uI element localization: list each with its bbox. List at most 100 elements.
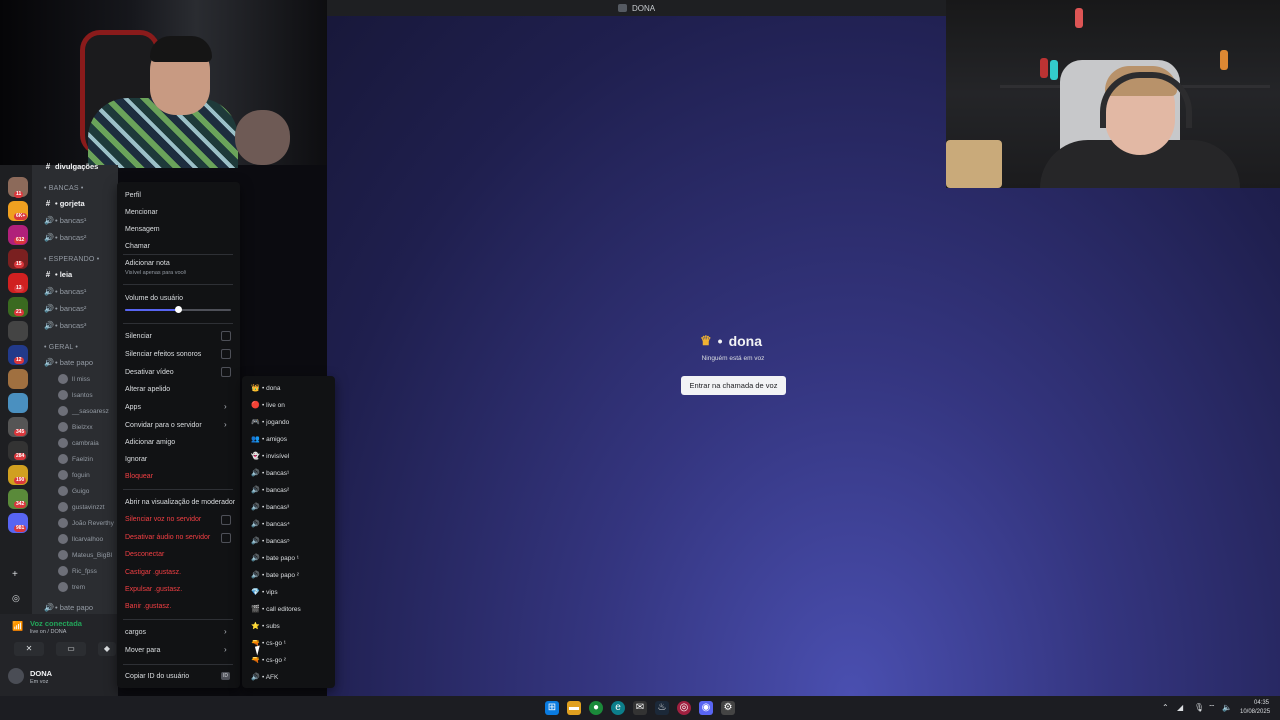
voice-member[interactable]: João Reverthy <box>58 518 114 528</box>
menu-item-disconnect[interactable]: Desconectar <box>125 551 164 558</box>
menu-item-move-to[interactable]: Mover para <box>125 647 160 654</box>
menu-item-change-nick[interactable]: Alterar apelido <box>125 386 170 393</box>
channel-item[interactable]: # • leia <box>44 270 72 279</box>
voice-member[interactable]: Faelzin <box>58 454 93 464</box>
server-icon[interactable] <box>8 369 28 389</box>
submenu-item[interactable]: 🔴 • live on <box>251 401 285 410</box>
submenu-item[interactable]: ⭐ • subs <box>251 622 280 631</box>
volume-icon[interactable]: 🔈 <box>1222 703 1232 712</box>
screen-share-icon[interactable]: ▭ <box>56 642 86 656</box>
username[interactable]: DONA <box>30 669 52 678</box>
menu-item-ignore[interactable]: Ignorar <box>125 456 147 463</box>
channel-item[interactable]: 🔊 • bancas¹ <box>44 287 86 296</box>
join-voice-button[interactable]: Entrar na chamada de voz <box>681 376 786 395</box>
submenu-item[interactable]: 🔊 • bancas³ <box>251 503 289 512</box>
voice-member[interactable]: __sasoaresz <box>58 406 109 416</box>
submenu-item[interactable]: 🔫 • cs-go ² <box>251 656 286 665</box>
category-label[interactable]: • ESPERANDO • <box>44 256 99 263</box>
wifi-icon[interactable]: ⌔ <box>1208 703 1216 713</box>
clock-date[interactable]: 10/08/2025 <box>1240 709 1270 715</box>
channel-item[interactable]: # • gorjeta <box>44 199 85 208</box>
menu-item-apps[interactable]: Apps <box>125 404 141 411</box>
submenu-item[interactable]: 🎬 • call editores <box>251 605 301 614</box>
submenu-item[interactable]: 🔊 • bancas⁴ <box>251 520 290 529</box>
submenu-item[interactable]: 💎 • vips <box>251 588 278 597</box>
avatar[interactable] <box>8 668 24 684</box>
channel-item[interactable]: 🔊 • bancas³ <box>44 321 86 330</box>
mute-checkbox[interactable] <box>221 331 231 341</box>
chrome-icon[interactable]: ● <box>589 701 603 715</box>
voice-member[interactable]: lsantos <box>58 390 93 400</box>
menu-item-roles[interactable]: cargos <box>125 629 146 636</box>
channel-item[interactable]: 🔊 • bate papo <box>44 603 93 612</box>
menu-item-disable-video[interactable]: Desativar vídeo <box>125 369 174 376</box>
app-icon[interactable]: ◎ <box>677 701 691 715</box>
activity-icon[interactable]: ◆ <box>98 642 116 656</box>
menu-item-ban[interactable]: Banir .gustasz. <box>125 603 171 610</box>
submenu-item[interactable]: 🔊 • AFK <box>251 673 278 682</box>
app-icon[interactable]: ✉ <box>633 701 647 715</box>
submenu-item[interactable]: 🎮 • jogando <box>251 418 289 427</box>
server-icon[interactable] <box>8 321 28 341</box>
channel-item[interactable]: # divulgações <box>44 162 99 171</box>
voice-member[interactable]: Guigo <box>58 486 89 496</box>
menu-item-call[interactable]: Chamar <box>125 243 150 250</box>
channel-item[interactable]: 🔊 • bate papo <box>44 358 93 367</box>
server-deafen-checkbox[interactable] <box>221 533 231 543</box>
start-icon[interactable]: ⊞ <box>545 701 559 715</box>
clock-time[interactable]: 04:35 <box>1254 700 1269 706</box>
voice-member[interactable]: foguin <box>58 470 90 480</box>
menu-item-server-mute[interactable]: Silenciar voz no servidor <box>125 516 201 523</box>
mute-sounds-checkbox[interactable] <box>221 349 231 359</box>
menu-item-copy-id[interactable]: Copiar ID do usuário <box>125 673 189 680</box>
voice-member[interactable]: llcarvalhoo <box>58 534 103 544</box>
voice-member[interactable]: trem <box>58 582 85 592</box>
menu-item-add-note[interactable]: Adicionar nota <box>125 260 170 267</box>
menu-item-kick[interactable]: Expulsar .gustasz. <box>125 586 182 593</box>
folder-icon[interactable]: ▬ <box>567 701 581 715</box>
camera-off-icon[interactable]: ✕ <box>14 642 44 656</box>
menu-item-profile[interactable]: Perfil <box>125 192 141 199</box>
channel-item[interactable]: 🔊 • bancas² <box>44 233 86 242</box>
submenu-item[interactable]: 🔊 • bancas² <box>251 486 289 495</box>
network-icon[interactable]: ◢ <box>1177 703 1183 712</box>
chevron-up-icon[interactable]: ⌃ <box>1162 703 1169 712</box>
menu-item-mute-sounds[interactable]: Silenciar efeitos sonoros <box>125 351 201 358</box>
submenu-item[interactable]: 🔊 • bancas¹ <box>251 469 289 478</box>
voice-member[interactable]: Bielzxx <box>58 422 93 432</box>
submenu-item[interactable]: 🔊 • bancas⁵ <box>251 537 290 546</box>
menu-item-timeout[interactable]: Castigar .gustasz. <box>125 569 181 576</box>
add-server-icon[interactable]: + <box>12 569 18 580</box>
settings-icon[interactable]: ⚙ <box>721 701 735 715</box>
steam-icon[interactable]: ♨ <box>655 701 669 715</box>
volume-slider-handle[interactable] <box>175 306 182 313</box>
menu-item-message[interactable]: Mensagem <box>125 226 160 233</box>
server-mute-checkbox[interactable] <box>221 515 231 525</box>
explore-icon[interactable]: ◎ <box>12 593 20 604</box>
edge-icon[interactable]: e <box>611 701 625 715</box>
voice-member[interactable]: cambraia <box>58 438 99 448</box>
submenu-item[interactable]: 👥 • amigos <box>251 435 287 444</box>
menu-item-block[interactable]: Bloquear <box>125 473 153 480</box>
channel-item[interactable]: 🔊 • bancas¹ <box>44 216 86 225</box>
category-label[interactable]: • BANCAS • <box>44 185 84 192</box>
voice-member[interactable]: Ric_fpss <box>58 566 97 576</box>
voice-location[interactable]: live on / DONA <box>30 629 66 635</box>
submenu-item[interactable]: 👻 • invisível <box>251 452 289 461</box>
menu-item-mute[interactable]: Silenciar <box>125 333 152 340</box>
voice-member[interactable]: ll miss <box>58 374 90 384</box>
menu-item-mod-view[interactable]: Abrir na visualização de moderador <box>125 499 235 506</box>
voice-member[interactable]: gustavinzzt <box>58 502 105 512</box>
disable-video-checkbox[interactable] <box>221 367 231 377</box>
voice-status[interactable]: Voz conectada <box>30 619 82 628</box>
mic-icon[interactable]: 🎙 <box>1194 703 1204 712</box>
submenu-item[interactable]: 👑 • dona <box>251 384 281 393</box>
channel-item[interactable]: 🔊 • bancas² <box>44 304 86 313</box>
server-icon[interactable] <box>8 393 28 413</box>
discord-icon[interactable]: ◉ <box>699 701 713 715</box>
voice-member[interactable]: Mateus_BigBl <box>58 550 112 560</box>
submenu-item[interactable]: 🔊 • bate papo ¹ <box>251 554 299 563</box>
menu-item-invite[interactable]: Convidar para o servidor <box>125 422 202 429</box>
submenu-item[interactable]: 🔊 • bate papo ² <box>251 571 299 580</box>
menu-item-mention[interactable]: Mencionar <box>125 209 158 216</box>
